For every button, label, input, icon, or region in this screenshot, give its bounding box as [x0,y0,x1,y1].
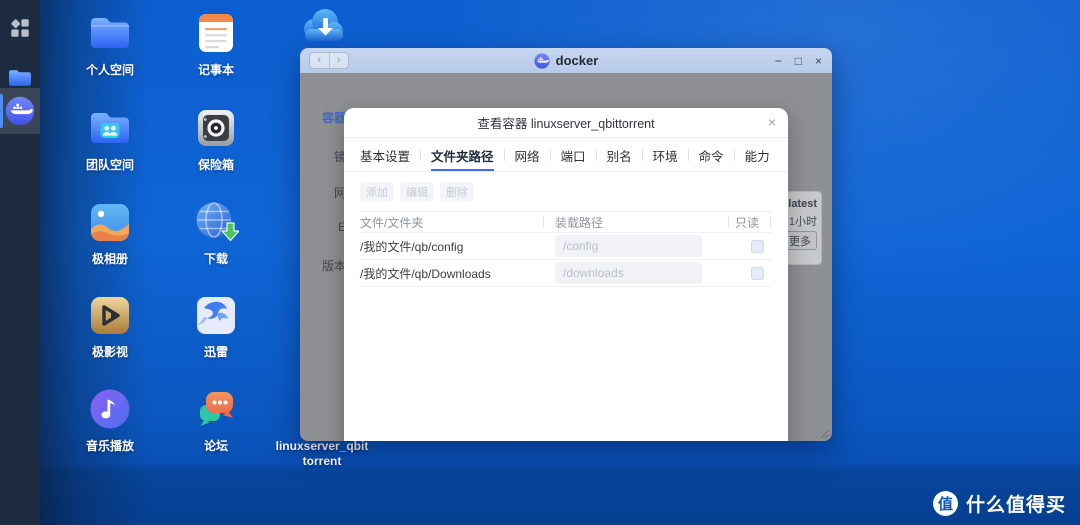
folder-icon [9,70,31,86]
icon-label: 音乐播放 [85,439,134,453]
folder-path-value: /我的文件/qb/config [360,239,464,254]
icon-label: 个人空间 [85,63,134,77]
desktop-icon-forum[interactable]: 论坛 [172,386,260,454]
column-header-mount: 装载路径 [555,215,604,230]
smzdm-logo-icon: 值 [932,491,958,516]
window-title-group: docker [300,48,832,73]
dialog-toolbar: 添加 编辑 删除 [344,172,788,209]
tab-separator [641,148,643,161]
table-row[interactable]: /我的文件/qb/Downloads [360,260,772,287]
dialog-title: 查看容器 linuxserver_qbittorrent [477,117,655,131]
docker-whale-icon [534,52,550,69]
desktop-icon-label-qbittorrent[interactable]: linuxserver_qbittorrent [274,439,370,469]
notepad-icon [199,14,233,52]
dock-sidebar [0,0,40,525]
desktop-icon-music-player[interactable]: 音乐播放 [66,386,154,454]
icon-label: 极相册 [91,252,128,266]
table-row[interactable]: /我的文件/qb/config [360,233,772,260]
sidebar-item-apps[interactable] [0,8,40,48]
readonly-checkbox[interactable] [751,266,764,280]
desktop-icon-movies[interactable]: 极影视 [66,292,154,360]
icon-label: 保险箱 [197,158,234,172]
desktop-icon-team-space[interactable]: 团队空间 [66,105,154,173]
tab-separator [733,148,735,161]
view-container-dialog: 查看容器 linuxserver_qbittorrent × 基本设置 文件夹路… [344,108,788,441]
movies-icon [91,297,129,334]
photo-album-icon [91,204,129,241]
version-age: 1小时 [788,216,817,228]
table-header: 文件/文件夹 装载路径 只读 [360,211,772,233]
docker-window: ‹ › docker − □ × 容器 镜 网 E 版本:latest 1小时… [300,48,832,441]
desktop-icon-notepad[interactable]: 记事本 [172,10,260,78]
column-header-path: 文件/文件夹 [360,215,424,230]
window-titlebar[interactable]: ‹ › docker − □ × [300,48,832,73]
tab-separator [687,148,689,161]
personal-space-folder-icon [91,18,129,48]
edit-button[interactable]: 编辑 [400,182,434,201]
icon-label: 迅雷 [203,345,228,359]
window-body-dimmed: 容器 镜 网 E 版本 :latest 1小时 更多 查看容器 linuxser… [300,73,832,441]
icon-label: 记事本 [197,63,234,77]
desktop-icon-safe[interactable]: 保险箱 [172,105,260,173]
version-tag: :latest [784,198,817,210]
minimize-button[interactable]: − [775,55,782,67]
desktop-icon-personal-space[interactable]: 个人空间 [66,10,154,78]
tab-network[interactable]: 网络 [515,138,540,171]
tab-command[interactable]: 命令 [699,138,724,171]
bg-label-image: 镜 [333,150,346,164]
sidebar-item-docker[interactable] [0,88,40,134]
readonly-checkbox[interactable] [751,239,764,253]
bg-label-network: 网 [333,186,346,200]
more-button[interactable]: 更多 [783,231,817,250]
forum-chat-icon [200,392,233,426]
icon-label: 团队空间 [85,158,134,172]
desktop-icon-photo-album[interactable]: 极相册 [66,199,154,267]
column-header-readonly: 只读 [735,215,760,230]
mount-path-input[interactable] [555,235,702,257]
tab-separator [503,148,505,161]
icon-label: 下载 [203,252,228,266]
desktop-icon-download[interactable]: 下载 [172,199,260,267]
bg-label-version: 版本 [321,259,346,273]
window-title: docker [555,53,599,68]
cloud-download-icon [304,9,343,41]
apps-grid-icon [11,19,29,37]
smzdm-watermark: 值 什么值得买 [932,490,1066,517]
tab-capabilities[interactable]: 能力 [745,138,770,171]
add-button[interactable]: 添加 [360,182,394,201]
tab-alias[interactable]: 别名 [607,138,632,171]
download-globe-icon [196,202,239,242]
desktop-icon-cloud-download[interactable] [278,2,366,48]
tab-environment[interactable]: 环境 [653,138,678,171]
icon-label: 论坛 [203,439,228,453]
mount-path-input[interactable] [555,262,702,284]
header-separator [728,216,729,228]
bg-label-entry: E [337,220,346,234]
tab-separator [595,148,597,161]
window-resize-grip[interactable] [820,430,829,439]
folder-path-value: /我的文件/qb/Downloads [360,266,491,281]
tab-basic-settings[interactable]: 基本设置 [360,138,410,171]
watermark-text: 什么值得买 [965,495,1066,516]
delete-button[interactable]: 删除 [440,182,474,201]
team-space-folder-icon [91,113,129,143]
folder-path-table: 文件/文件夹 装载路径 只读 /我的文件/qb/config /我的文件/qb/… [360,211,772,287]
desktop-icon-thunder[interactable]: 迅雷 [172,292,260,360]
header-separator [543,216,544,228]
dialog-close-icon[interactable]: × [768,115,776,129]
thunder-bird-icon [197,297,235,334]
docker-whale-icon [5,96,35,126]
dialog-tabs: 基本设置 文件夹路径 网络 端口 别名 环境 命令 能力 [344,138,788,172]
tab-separator [549,148,551,161]
close-button[interactable]: × [815,55,822,67]
header-separator [770,216,771,228]
safe-icon [198,110,234,146]
music-player-icon [90,389,130,429]
bg-container-menu[interactable]: 容器 [306,109,346,126]
icon-label: 极影视 [91,345,128,359]
tab-folder-paths[interactable]: 文件夹路径 [431,138,494,171]
tab-ports[interactable]: 端口 [561,138,586,171]
maximize-button[interactable]: □ [795,55,802,67]
tab-separator [420,148,422,161]
